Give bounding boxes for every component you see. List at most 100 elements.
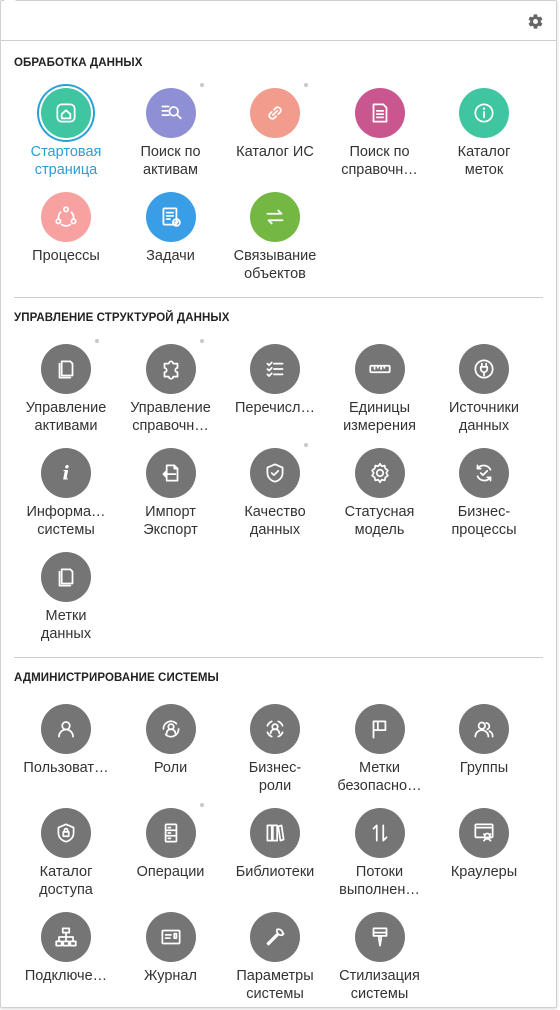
app-tile-crawler[interactable]: Краулеры (432, 808, 536, 881)
app-tile-brush[interactable]: Стилизация системы (328, 912, 432, 1003)
tile-label-line: Импорт (145, 504, 196, 520)
tile-label-line: измерения (343, 418, 416, 434)
home-icon (41, 88, 91, 138)
tile-label-line: данных (40, 626, 92, 642)
tile-label: Поиск по справочн… (328, 143, 432, 179)
tile-label-line: Бизнес- (457, 504, 511, 520)
tile-label-line: выполнен… (339, 882, 420, 898)
app-tile-journal[interactable]: Журнал (119, 912, 223, 985)
tile-label: Управление справочн… (119, 399, 223, 435)
app-tile-user[interactable]: Пользоват… (14, 704, 118, 777)
flag-icon (354, 704, 405, 754)
brush-icon (354, 912, 405, 962)
wrench-icon (250, 912, 300, 962)
tile-label: Параметры системы (223, 967, 327, 1003)
app-tile-exchange[interactable]: Связывание объектов (223, 192, 327, 283)
tile-icon-wrap (250, 704, 300, 754)
tile-label-line: Операции (136, 864, 205, 880)
app-tile-italic-info[interactable]: i Информа… системы (14, 448, 118, 539)
tile-label-line: Потоки (355, 864, 404, 880)
checklist-icon (250, 344, 300, 394)
tile-label-line: Экспорт (143, 522, 198, 538)
tile-icon-wrap (145, 912, 196, 962)
network-icon (41, 912, 91, 962)
app-tile-info[interactable]: Каталог меток (432, 88, 536, 179)
user-cycle-icon (145, 704, 196, 754)
tile-label-line: Краулеры (450, 864, 518, 880)
app-tile-search[interactable]: Поиск по активам (119, 83, 223, 179)
section-divider (14, 657, 543, 658)
app-tile-users[interactable]: Группы (432, 704, 536, 777)
tile-label: Бизнес-процессы (432, 503, 536, 539)
link-icon (250, 88, 300, 138)
tile-label-line: модель (354, 522, 405, 538)
tile-label-line: Роли (153, 760, 188, 776)
search-icon (145, 88, 196, 138)
tile-label-line: системы (246, 986, 304, 1002)
tile-label: Поиск по активам (119, 143, 223, 179)
tile-label: Потоки выполнен… (328, 863, 432, 899)
app-tile-swap-vertical[interactable]: Потоки выполнен… (328, 808, 432, 899)
tile-label-line: Стартовая (30, 144, 102, 160)
tile-label-line: Процессы (32, 248, 100, 264)
tile-icon-wrap (41, 912, 91, 962)
tile-label: Задачи (119, 247, 223, 265)
tile-icon-wrap (250, 808, 300, 858)
tile-label: Подключе… (14, 967, 118, 985)
ruler-icon (354, 344, 405, 394)
tile-label-line: Журнал (144, 968, 197, 984)
tile-label: Группы (432, 759, 536, 777)
tile-label: Единицы измерения (328, 399, 432, 435)
app-tile-lock[interactable]: Каталог доступа (14, 808, 118, 899)
tile-icon-wrap (459, 344, 509, 394)
app-tile-plug[interactable]: Источники данных (432, 344, 536, 435)
app-tile-flag[interactable]: Метки безопасно… (328, 704, 432, 795)
app-tile-shield-check[interactable]: Качество данных (223, 443, 327, 539)
app-tile-process[interactable]: Процессы (14, 192, 118, 265)
app-tile-books[interactable]: Библиотеки (223, 808, 327, 881)
files-icon (41, 552, 91, 602)
section-header-0: ОБРАБОТКА ДАННЫХ (14, 53, 543, 73)
app-tile-user-target[interactable]: Бизнес-роли (223, 704, 327, 795)
tile-label-line: данных (249, 522, 301, 538)
app-tile-checklist[interactable]: Перечисл… (223, 344, 327, 417)
app-tile-files[interactable]: Управление активами (14, 339, 118, 435)
app-tile-link[interactable]: Каталог ИС (223, 83, 327, 161)
app-tile-user-cycle[interactable]: Роли (119, 704, 223, 777)
app-tile-document[interactable]: Поиск по справочн… (328, 88, 432, 179)
app-tile-server[interactable]: Операции (119, 803, 223, 881)
tasks-icon (145, 192, 196, 242)
tile-label: Библиотеки (223, 863, 327, 881)
app-tile-files[interactable]: Метки данных (14, 552, 118, 643)
lock-icon (41, 808, 91, 858)
app-tile-wrench[interactable]: Параметры системы (223, 912, 327, 1003)
document-icon (354, 88, 405, 138)
app-tile-cycle-check[interactable]: Бизнес-процессы (432, 448, 536, 539)
journal-icon (145, 912, 196, 962)
app-tile-tasks[interactable]: Задачи (119, 192, 223, 265)
app-tile-gear[interactable]: Статусная модель (328, 448, 432, 539)
section-title: АДМИНИСТРИРОВАНИЕ СИСТЕМЫ (14, 672, 219, 684)
books-icon (250, 808, 300, 858)
tile-label-line: доступа (39, 882, 93, 898)
plug-icon (459, 344, 509, 394)
app-tile-home[interactable]: Стартовая страница (14, 88, 118, 179)
tile-label-line: объектов (244, 266, 306, 282)
tile-label-line: активами (34, 418, 98, 434)
app-tile-ruler[interactable]: Единицы измерения (328, 344, 432, 435)
gear-icon[interactable] (527, 13, 544, 30)
exchange-icon (250, 192, 300, 242)
status-dot (199, 339, 204, 343)
tile-label-line: Пользоват… (23, 760, 109, 776)
app-tile-puzzle[interactable]: Управление справочн… (119, 339, 223, 435)
gear-icon (354, 448, 405, 498)
tile-icon-wrap (459, 808, 509, 858)
tile-label: Стилизация системы (328, 967, 432, 1003)
app-tile-import[interactable]: Импорт Экспорт (119, 448, 223, 539)
tile-icon-wrap (354, 344, 405, 394)
tile-label-line: Единицы (348, 400, 411, 416)
tile-label-line: Библиотеки (235, 864, 315, 880)
tile-label-line: Статусная (344, 504, 415, 520)
app-tile-network[interactable]: Подключе… (14, 912, 118, 985)
tile-icon-wrap (41, 704, 91, 754)
